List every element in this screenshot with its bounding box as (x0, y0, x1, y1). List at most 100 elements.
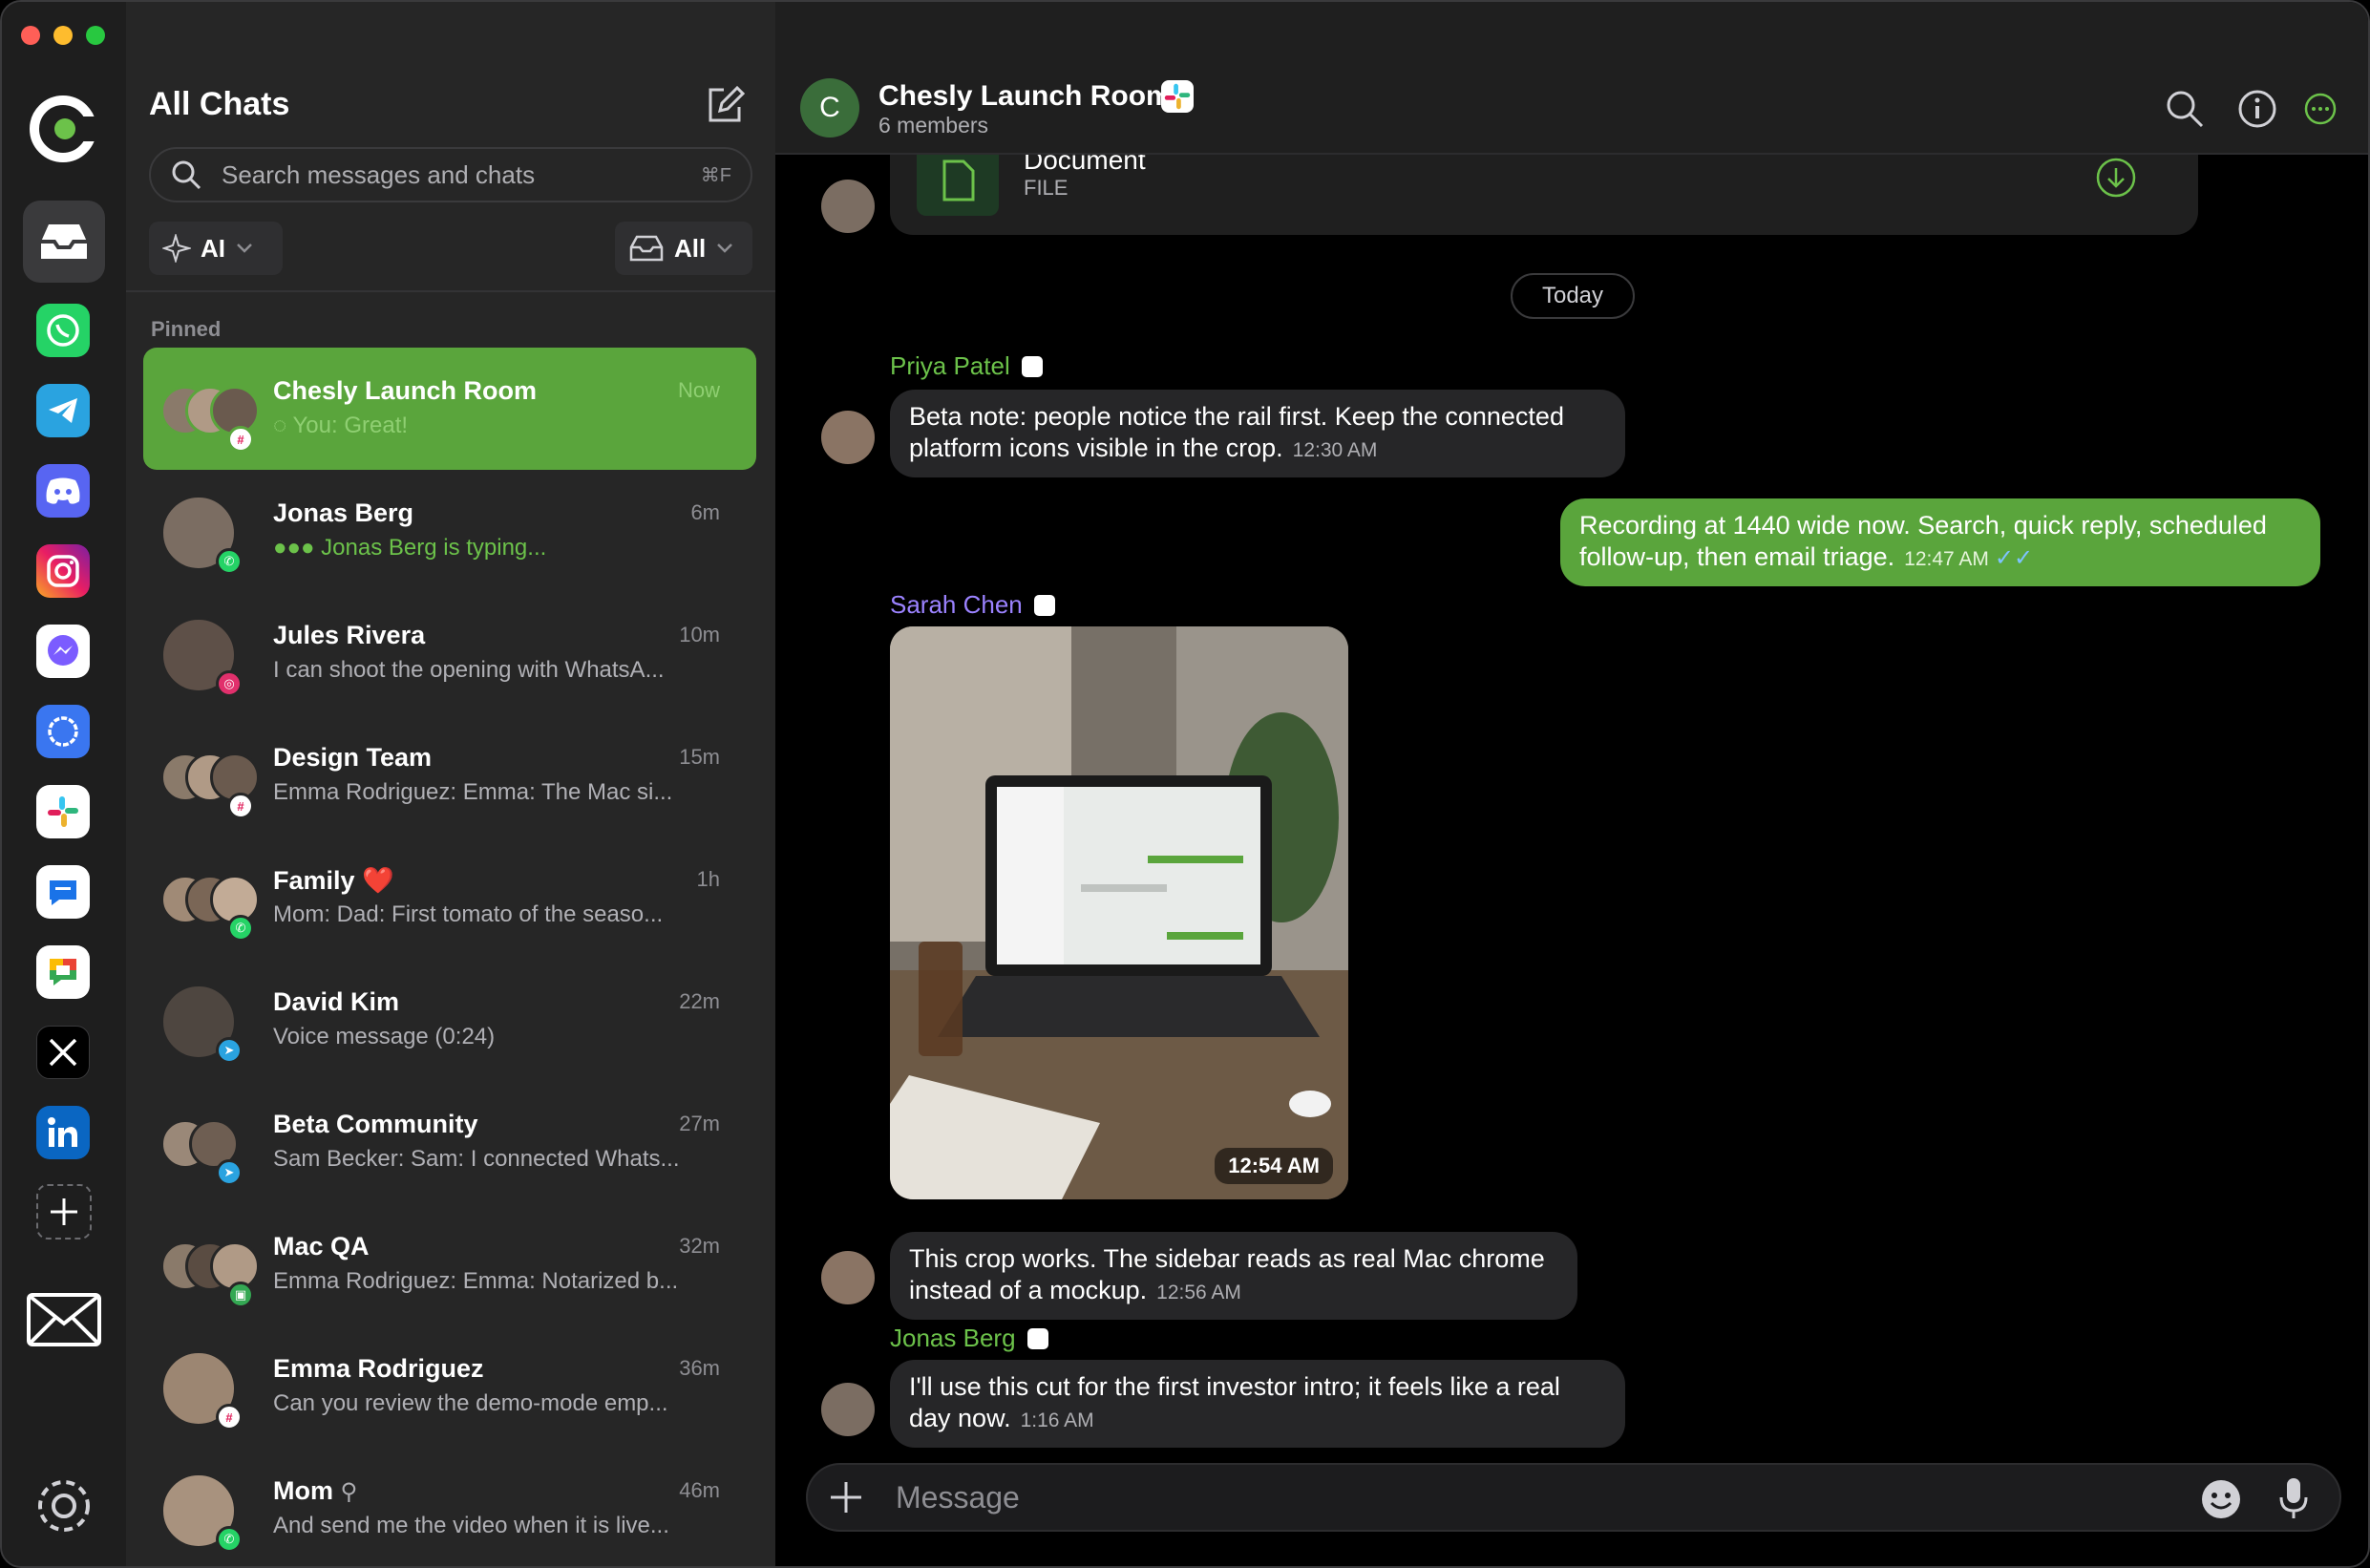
x-app-button[interactable] (36, 1026, 90, 1079)
chat-row-david-kim[interactable]: ➤ David Kim 22m Voice message (0:24) (143, 959, 756, 1081)
photo-attachment[interactable]: 12:54 AM (890, 626, 1348, 1199)
instagram-icon (47, 555, 79, 587)
inbox-icon (41, 224, 87, 259)
whatsapp-app-button[interactable] (36, 304, 90, 357)
slack-app-button[interactable] (36, 785, 90, 838)
tray-icon (629, 235, 664, 262)
add-platform-button[interactable] (36, 1184, 92, 1240)
outgoing-message-bubble[interactable]: Recording at 1440 wide now. Search, quic… (1560, 498, 2320, 586)
slack-icon (48, 796, 78, 827)
slack-icon (1021, 355, 1043, 377)
message-text: Beta note: people notice the rail first.… (909, 402, 1564, 462)
attach-plus-icon[interactable] (827, 1478, 865, 1516)
message-composer[interactable]: Message (806, 1463, 2341, 1532)
messenger-app-button[interactable] (36, 625, 90, 678)
inbox-filter-dropdown[interactable]: All (615, 222, 752, 275)
whatsapp-icon (47, 314, 79, 347)
slack-badge-icon: # (216, 1404, 243, 1430)
instagram-app-button[interactable] (36, 544, 90, 598)
google-chat-app-button[interactable] (36, 945, 90, 999)
chat-row-jonas-berg[interactable]: ✆ Jonas Berg 6m ●●● Jonas Berg is typing… (143, 470, 756, 592)
divider (126, 290, 775, 292)
chat-row-mom[interactable]: ✆ Mom ⚲ 46m And send me the video when i… (143, 1448, 756, 1566)
avatar[interactable] (821, 1251, 875, 1304)
download-icon[interactable] (2095, 157, 2137, 199)
chat-name-text: Mom (273, 1476, 333, 1505)
message-bubble[interactable]: Beta note: people notice the rail first.… (890, 390, 1625, 477)
chat-name: Jules Rivera (273, 621, 426, 649)
pinned-section-label: Pinned (151, 317, 222, 341)
chat-row-design-team[interactable]: # Design Team 15m Emma Rodriguez: Emma: … (143, 714, 756, 837)
info-icon[interactable] (2236, 88, 2278, 130)
chat-row-family[interactable]: ✆ Family ❤️ 1h Mom: Dad: First tomato of… (143, 837, 756, 959)
chesly-logo-icon[interactable] (27, 88, 99, 170)
laptop-photo-image (890, 626, 1348, 1199)
group-avatar: ➤ (160, 1106, 275, 1186)
contact-avatar: ➤ (160, 984, 275, 1064)
compose-icon[interactable] (705, 86, 745, 126)
chat-name: David Kim (273, 987, 400, 1016)
settings-gear-icon[interactable] (29, 1471, 99, 1541)
microphone-icon[interactable] (2276, 1476, 2311, 1520)
message-sender: Priya Patel (890, 351, 1043, 381)
chat-preview: Mom: Dad: First tomato of the seaso... (273, 901, 664, 927)
chat-row-mac-qa[interactable]: ▣ Mac QA 32m Emma Rodriguez: Emma: Notar… (143, 1203, 756, 1325)
chat-row-beta-community[interactable]: ➤ Beta Community 27m Sam Becker: Sam: I … (143, 1081, 756, 1203)
chat-preview: Emma Rodriguez: Emma: Notarized b... (273, 1268, 679, 1294)
message-input[interactable]: Message (896, 1480, 1020, 1515)
chat-name: Mom ⚲ (273, 1476, 357, 1506)
chat-row-chesly-launch-room[interactable]: # Chesly Launch Room Now ◌ You: Great! (143, 348, 756, 470)
message-time: 12:47 AM (1904, 548, 1989, 570)
group-avatar: ✆ (160, 861, 275, 942)
ai-filter-label: AI (201, 233, 225, 263)
discord-app-button[interactable] (36, 464, 90, 518)
contact-avatar: ◎ (160, 617, 275, 697)
chat-preview: Emma Rodriguez: Emma: The Mac si... (273, 779, 673, 805)
chat-time: 46m (679, 1478, 720, 1502)
chat-name: Family ❤️ (273, 866, 394, 895)
group-avatar[interactable]: C (800, 78, 859, 138)
avatar[interactable] (821, 180, 875, 233)
google-messages-icon (50, 880, 76, 905)
signal-app-button[interactable] (36, 705, 90, 758)
sparkle-icon (162, 234, 191, 263)
chevron-down-icon (717, 244, 733, 253)
chat-time: 1h (696, 867, 720, 891)
chat-row-emma-rodriguez[interactable]: # Emma Rodriguez 36m Can you review the … (143, 1325, 756, 1448)
avatar[interactable] (821, 1383, 875, 1436)
message-sender: Sarah Chen (890, 590, 1055, 620)
close-window-button[interactable] (21, 26, 40, 45)
slack-icon (1026, 1327, 1048, 1349)
message-bubble[interactable]: I'll use this cut for the first investor… (890, 1360, 1625, 1448)
chat-preview: Voice message (0:24) (273, 1024, 496, 1049)
more-options-icon[interactable] (2303, 92, 2338, 126)
typing-indicator: ●●● Jonas Berg is typing... (273, 535, 547, 561)
file-attachment-card[interactable]: Document FILE (890, 145, 2198, 235)
photo-time: 12:54 AM (1215, 1148, 1333, 1184)
unified-inbox-button[interactable] (23, 201, 105, 283)
inbox-filter-label: All (674, 233, 707, 263)
zoom-window-button[interactable] (86, 26, 105, 45)
message-time: 12:30 AM (1292, 439, 1378, 461)
chat-name: Mac QA (273, 1232, 370, 1261)
chat-preview: Sam Becker: Sam: I connected Whats... (273, 1146, 680, 1172)
search-input[interactable]: Search messages and chats ⌘F (149, 147, 752, 202)
linkedin-app-button[interactable] (36, 1106, 90, 1159)
telegram-app-button[interactable] (36, 384, 90, 437)
messenger-icon (48, 635, 78, 666)
mail-icon[interactable] (25, 1289, 103, 1350)
chat-row-jules-rivera[interactable]: ◎ Jules Rivera 10m I can shoot the openi… (143, 592, 756, 714)
chat-name: Jonas Berg (273, 498, 414, 527)
search-icon[interactable] (2164, 88, 2206, 130)
google-messages-app-button[interactable] (36, 865, 90, 919)
minimize-window-button[interactable] (53, 26, 73, 45)
conversation-title: Chesly Launch Room (878, 80, 1172, 112)
window-controls (21, 26, 105, 45)
ai-filter-dropdown[interactable]: AI (149, 222, 283, 275)
message-bubble[interactable]: This crop works. The sidebar reads as re… (890, 1232, 1577, 1320)
avatar[interactable] (821, 411, 875, 464)
whatsapp-badge-icon: ✆ (216, 548, 243, 575)
emoji-icon[interactable] (2200, 1478, 2242, 1520)
chat-name: Emma Rodriguez (273, 1354, 484, 1383)
group-avatar: # (160, 739, 275, 819)
